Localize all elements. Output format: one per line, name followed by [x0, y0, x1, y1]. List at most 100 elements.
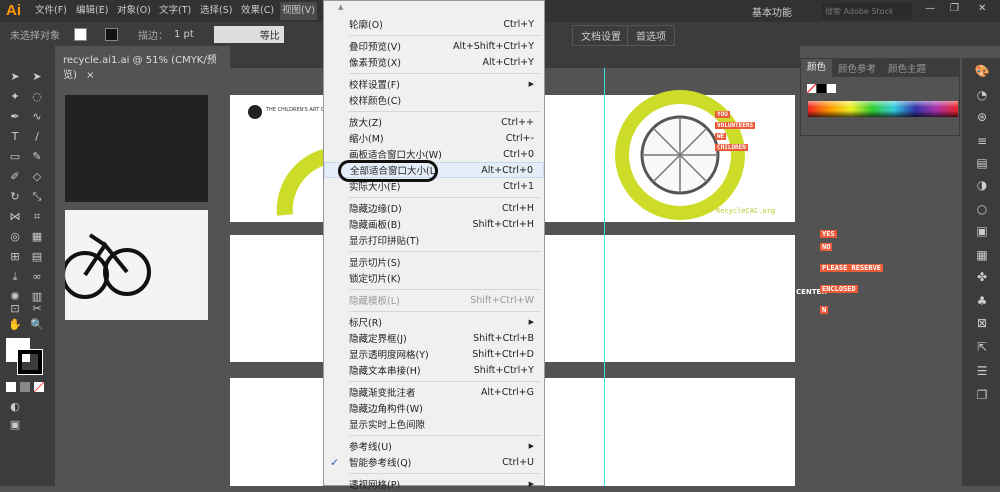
stroke-weight-input[interactable]: 1 pt: [174, 29, 194, 40]
menu-item-label: 隐藏边角构件(W): [349, 404, 423, 415]
menu-item[interactable]: 锁定切片(K): [324, 270, 544, 286]
blend-tool-icon[interactable]: ∞: [30, 270, 44, 284]
artboard-tool-icon[interactable]: ⊡: [8, 302, 22, 316]
menu-item[interactable]: 隐藏定界框(J) Shift+Ctrl+B: [324, 330, 544, 346]
appearance-panel-icon[interactable]: ○: [974, 202, 990, 218]
menu-item[interactable]: 隐藏边角构件(W): [324, 400, 544, 416]
transform-panel-icon[interactable]: ⊠: [974, 316, 990, 332]
free-transform-icon[interactable]: ⌗: [30, 210, 44, 224]
rectangle-tool-icon[interactable]: ▭: [8, 150, 22, 164]
layers-panel-icon[interactable]: ☰: [974, 364, 990, 380]
menu-item[interactable]: 隐藏渐变批注者 Alt+Ctrl+G: [324, 384, 544, 400]
none-mode-button[interactable]: [34, 382, 44, 392]
artboards-panel-icon[interactable]: ❐: [974, 388, 990, 404]
stroke-panel-icon[interactable]: ≡: [974, 134, 990, 150]
tab-color[interactable]: 颜色: [801, 59, 833, 77]
line-tool-icon[interactable]: /: [30, 130, 44, 144]
color-guide-icon[interactable]: ◔: [974, 88, 990, 104]
color-panel-icon[interactable]: 🎨: [974, 64, 990, 80]
gradient-panel-icon[interactable]: ▤: [974, 156, 990, 172]
eyedropper-icon[interactable]: ⤓: [8, 270, 22, 284]
menu-item[interactable]: 隐藏画板(B) Shift+Ctrl+H: [324, 216, 544, 232]
menu-item[interactable]: 隐藏文本串接(H) Shift+Ctrl+Y: [324, 362, 544, 378]
menu-item[interactable]: 像素预览(X) Alt+Ctrl+Y: [324, 54, 544, 70]
menu-item[interactable]: 显示切片(S): [324, 254, 544, 270]
stroke-color-box[interactable]: [17, 349, 43, 375]
menu-item[interactable]: 叠印预览(V) Alt+Shift+Ctrl+Y: [324, 38, 544, 54]
width-tool-icon[interactable]: ⋈: [8, 210, 22, 224]
menu-view[interactable]: 视图(V): [280, 2, 317, 20]
menu-item[interactable]: 轮廓(O) Ctrl+Y: [324, 16, 544, 32]
paintbrush-icon[interactable]: ✎: [30, 150, 44, 164]
hand-tool-icon[interactable]: ✋: [8, 318, 22, 332]
transparency-panel-icon[interactable]: ◑: [974, 178, 990, 194]
fill-swatch[interactable]: [74, 27, 87, 41]
eraser-icon[interactable]: ◇: [30, 170, 44, 184]
stock-search-input[interactable]: 搜索 Adobe Stock: [822, 3, 912, 19]
restore-button[interactable]: ❐: [950, 3, 959, 14]
brushes-panel-icon[interactable]: ✤: [974, 270, 990, 286]
color-themes-icon[interactable]: ⊛: [974, 110, 990, 126]
menu-item[interactable]: 放大(Z) Ctrl++: [324, 114, 544, 130]
minimize-button[interactable]: —: [925, 3, 935, 14]
selection-tool-icon[interactable]: ➤: [8, 70, 22, 84]
menu-select[interactable]: 选择(S): [198, 2, 234, 20]
color-mode-button[interactable]: [6, 382, 16, 392]
graphic-styles-icon[interactable]: ▣: [974, 224, 990, 240]
draw-mode-icon[interactable]: ◐: [8, 400, 22, 414]
guide-line[interactable]: [604, 68, 605, 486]
menu-file[interactable]: 文件(F): [33, 2, 69, 20]
tab-color-guide[interactable]: 颜色参考: [832, 61, 882, 75]
white-swatch[interactable]: [827, 84, 836, 93]
pen-tool-icon[interactable]: ✒: [8, 110, 22, 124]
swatches-panel-icon[interactable]: ▦: [974, 248, 990, 264]
symbols-panel-icon[interactable]: ♣: [974, 294, 990, 310]
document-tab[interactable]: recycle.ai1.ai @ 51% (CMYK/预览) ×: [55, 46, 230, 81]
slice-tool-icon[interactable]: ✂: [30, 302, 44, 316]
document-setup-button[interactable]: 文档设置: [572, 25, 630, 46]
perspective-grid-icon[interactable]: ▦: [30, 230, 44, 244]
menu-effect[interactable]: 效果(C): [239, 2, 276, 20]
workspace-switcher[interactable]: 基本功能: [752, 4, 792, 19]
shaper-tool-icon[interactable]: ✐: [8, 170, 22, 184]
menu-item[interactable]: 透视网格(P) ▶: [324, 476, 544, 492]
menu-item[interactable]: 校样设置(F) ▶: [324, 76, 544, 92]
menu-item[interactable]: 标尺(R) ▶: [324, 314, 544, 330]
lasso-icon[interactable]: ◌: [30, 90, 44, 104]
type-tool-icon[interactable]: T: [8, 130, 22, 144]
shape-builder-icon[interactable]: ◎: [8, 230, 22, 244]
menu-item[interactable]: 校样颜色(C): [324, 92, 544, 108]
color-spectrum[interactable]: [808, 101, 958, 117]
menu-type[interactable]: 文字(T): [157, 2, 193, 20]
gradient-tool-icon[interactable]: ▤: [30, 250, 44, 264]
curvature-icon[interactable]: ∿: [30, 110, 44, 124]
variable-width-profile[interactable]: 等比: [213, 25, 284, 43]
none-swatch[interactable]: [807, 84, 816, 93]
scale-tool-icon[interactable]: ⤡: [30, 190, 44, 204]
stroke-swatch[interactable]: [105, 27, 118, 41]
menu-edit[interactable]: 编辑(E): [74, 2, 110, 20]
scroll-up-icon[interactable]: ▲: [338, 3, 343, 11]
screen-mode-icon[interactable]: ▣: [8, 418, 22, 432]
zoom-tool-icon[interactable]: 🔍: [30, 318, 44, 332]
tab-color-themes[interactable]: 颜色主题: [882, 61, 932, 75]
export-icon[interactable]: ⇱: [974, 340, 990, 356]
menu-item[interactable]: 显示打印拼贴(T): [324, 232, 544, 248]
magic-wand-icon[interactable]: ✦: [8, 90, 22, 104]
menu-item[interactable]: 显示透明度网格(Y) Shift+Ctrl+D: [324, 346, 544, 362]
black-swatch[interactable]: [817, 84, 826, 93]
tab-close-icon[interactable]: ×: [86, 70, 94, 81]
menu-item[interactable]: 显示实时上色间隙: [324, 416, 544, 432]
menu-item[interactable]: 参考线(U) ▶: [324, 438, 544, 454]
mesh-tool-icon[interactable]: ⊞: [8, 250, 22, 264]
preferences-button[interactable]: 首选项: [627, 25, 675, 46]
direct-selection-tool-icon[interactable]: ➤: [30, 70, 44, 84]
menu-object[interactable]: 对象(O): [115, 2, 153, 20]
menu-item[interactable]: 隐藏边缘(D) Ctrl+H: [324, 200, 544, 216]
form-yes: YES: [820, 230, 837, 238]
menu-item[interactable]: 缩小(M) Ctrl+-: [324, 130, 544, 146]
close-window-button[interactable]: ✕: [978, 3, 986, 14]
gradient-mode-button[interactable]: [20, 382, 30, 392]
rotate-tool-icon[interactable]: ↻: [8, 190, 22, 204]
menu-item[interactable]: ✓ 智能参考线(Q) Ctrl+U: [324, 454, 544, 470]
